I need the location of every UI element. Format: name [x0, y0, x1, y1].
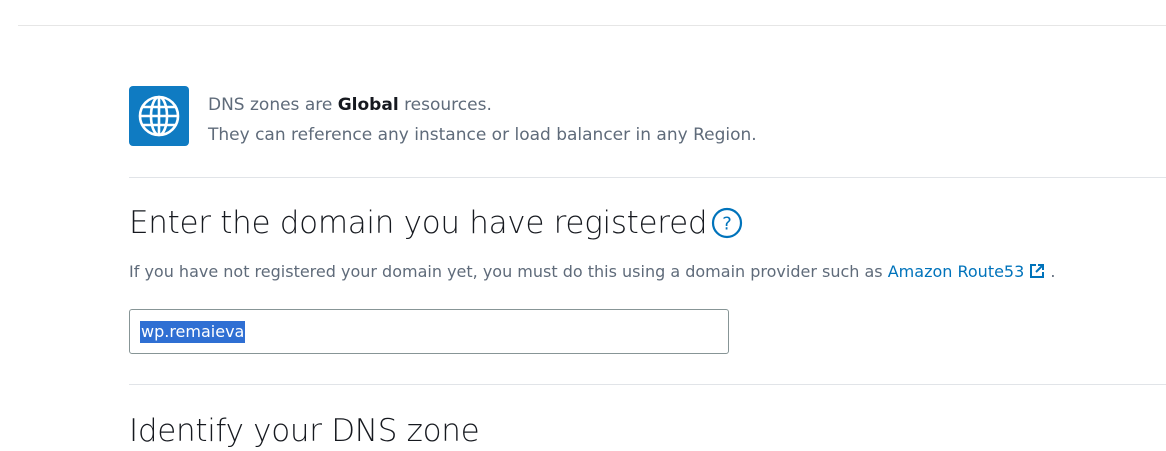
- section-divider: [129, 177, 1166, 178]
- domain-input[interactable]: wp.remaieva: [129, 309, 729, 354]
- help-circle-icon[interactable]: ?: [711, 207, 743, 239]
- top-divider: [18, 25, 1166, 26]
- amazon-route53-link[interactable]: Amazon Route53: [888, 262, 1046, 281]
- notice-line-2: They can reference any instance or load …: [208, 125, 757, 145]
- globe-icon: [129, 86, 189, 146]
- section-divider-2: [129, 384, 1166, 385]
- notice-bold-global: Global: [337, 95, 399, 115]
- domain-hint: If you have not registered your domain y…: [129, 262, 1056, 281]
- notice-text: DNS zones are Global resources. They can…: [208, 90, 757, 150]
- domain-heading-row: Enter the domain you have registered ?: [129, 205, 743, 241]
- svg-text:?: ?: [722, 214, 732, 235]
- domain-input-value[interactable]: wp.remaieva: [140, 320, 246, 343]
- dns-zone-heading: Identify your DNS zone: [129, 413, 480, 449]
- external-link-icon[interactable]: [1029, 263, 1045, 279]
- domain-heading: Enter the domain you have registered: [129, 205, 708, 241]
- notice-line-1: DNS zones are Global resources.: [208, 95, 492, 115]
- global-resource-notice: DNS zones are Global resources. They can…: [129, 86, 757, 150]
